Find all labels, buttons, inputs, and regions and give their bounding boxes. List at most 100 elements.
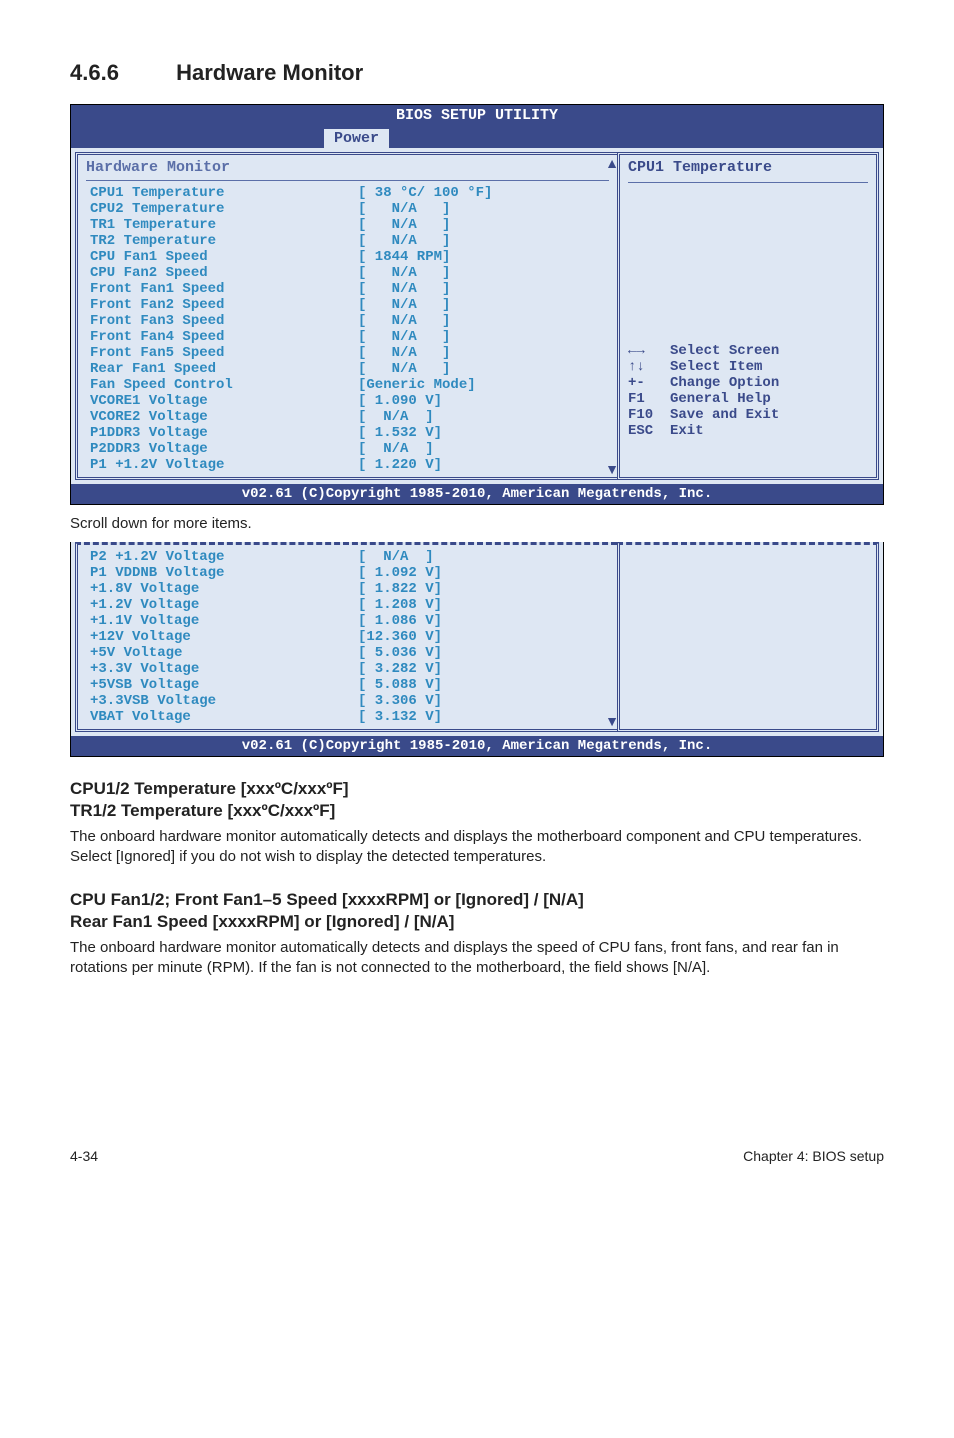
row-label: Fan Speed Control: [86, 377, 354, 393]
row-value: [ N/A ]: [354, 201, 609, 217]
section-number: 4.6.6: [70, 60, 170, 86]
row-label: P2DDR3 Voltage: [86, 441, 354, 457]
row-value: [ N/A ]: [354, 329, 609, 345]
row-value: [ 3.132 V]: [354, 709, 609, 725]
para-2: The onboard hardware monitor automatical…: [70, 938, 884, 979]
row-value: [ 1.532 V]: [354, 425, 609, 441]
row-value: [ 3.282 V]: [354, 661, 609, 677]
table-row[interactable]: VBAT Voltage[ 3.132 V]: [86, 709, 609, 725]
bios-footer-2: v02.61 (C)Copyright 1985-2010, American …: [71, 736, 883, 756]
row-label: +3.3VSB Voltage: [86, 693, 354, 709]
table-row[interactable]: P2DDR3 Voltage[ N/A ]: [86, 441, 609, 457]
table-row[interactable]: +5V Voltage[ 5.036 V]: [86, 645, 609, 661]
row-value: [ N/A ]: [354, 361, 609, 377]
section-heading: 4.6.6 Hardware Monitor: [70, 60, 884, 86]
table-row[interactable]: TR1 Temperature[ N/A ]: [86, 217, 609, 233]
row-value: [ N/A ]: [354, 297, 609, 313]
table-row[interactable]: Rear Fan1 Speed[ N/A ]: [86, 361, 609, 377]
table-row[interactable]: P2 +1.2V Voltage[ N/A ]: [86, 549, 609, 565]
scroll-caption: Scroll down for more items.: [70, 515, 884, 532]
table-row[interactable]: TR2 Temperature[ N/A ]: [86, 233, 609, 249]
table-row[interactable]: +1.2V Voltage[ 1.208 V]: [86, 597, 609, 613]
row-label: P2 +1.2V Voltage: [86, 549, 354, 565]
table-row[interactable]: P1 VDDNB Voltage[ 1.092 V]: [86, 565, 609, 581]
row-value: [ 1844 RPM]: [354, 249, 609, 265]
row-value: [ N/A ]: [354, 345, 609, 361]
row-label: VBAT Voltage: [86, 709, 354, 725]
panel-title: Hardware Monitor: [86, 159, 609, 178]
table-row[interactable]: VCORE1 Voltage[ 1.090 V]: [86, 393, 609, 409]
row-value: [ 1.208 V]: [354, 597, 609, 613]
table-row[interactable]: P1DDR3 Voltage[ 1.532 V]: [86, 425, 609, 441]
bios-right-panel-2: [617, 542, 879, 732]
row-value: [12.360 V]: [354, 629, 609, 645]
row-value: [ 5.088 V]: [354, 677, 609, 693]
row-value: [ 3.306 V]: [354, 693, 609, 709]
row-label: +1.8V Voltage: [86, 581, 354, 597]
row-label: Front Fan1 Speed: [86, 281, 354, 297]
subhead-2a: CPU Fan1/2; Front Fan1–5 Speed [xxxxRPM]…: [70, 890, 884, 910]
table-row[interactable]: +1.1V Voltage[ 1.086 V]: [86, 613, 609, 629]
help-row: F10 Save and Exit: [628, 407, 868, 423]
table-row[interactable]: P1 +1.2V Voltage[ 1.220 V]: [86, 457, 609, 473]
table-row[interactable]: +1.8V Voltage[ 1.822 V]: [86, 581, 609, 597]
row-label: +12V Voltage: [86, 629, 354, 645]
bios-left-panel: ▲ Hardware Monitor CPU1 Temperature[ 38 …: [75, 152, 617, 480]
tab-power[interactable]: Power: [323, 128, 390, 148]
row-label: TR1 Temperature: [86, 217, 354, 233]
row-label: +5V Voltage: [86, 645, 354, 661]
table-row[interactable]: CPU1 Temperature[ 38 °C/ 100 °F]: [86, 185, 609, 201]
help-title: CPU1 Temperature: [628, 159, 868, 178]
table-row[interactable]: +5VSB Voltage[ 5.088 V]: [86, 677, 609, 693]
row-value: [ 1.092 V]: [354, 565, 609, 581]
bios-right-panel: CPU1 Temperature ←→ Select Screen↑↓ Sele…: [617, 152, 879, 480]
help-row: +- Change Option: [628, 375, 868, 391]
row-label: P1DDR3 Voltage: [86, 425, 354, 441]
table-row[interactable]: Front Fan2 Speed[ N/A ]: [86, 297, 609, 313]
row-value: [ 1.822 V]: [354, 581, 609, 597]
section-title: Hardware Monitor: [176, 60, 363, 85]
row-label: +3.3V Voltage: [86, 661, 354, 677]
row-label: Front Fan3 Speed: [86, 313, 354, 329]
para-1: The onboard hardware monitor automatical…: [70, 827, 884, 868]
table-row[interactable]: +12V Voltage[12.360 V]: [86, 629, 609, 645]
row-label: Front Fan4 Speed: [86, 329, 354, 345]
table-row[interactable]: CPU2 Temperature[ N/A ]: [86, 201, 609, 217]
table-row[interactable]: +3.3VSB Voltage[ 3.306 V]: [86, 693, 609, 709]
table-row[interactable]: Front Fan4 Speed[ N/A ]: [86, 329, 609, 345]
row-label: Front Fan2 Speed: [86, 297, 354, 313]
row-label: CPU1 Temperature: [86, 185, 354, 201]
row-label: Front Fan5 Speed: [86, 345, 354, 361]
row-label: P1 +1.2V Voltage: [86, 457, 354, 473]
row-label: CPU2 Temperature: [86, 201, 354, 217]
subhead-1a: CPU1/2 Temperature [xxxºC/xxxºF]: [70, 779, 884, 799]
table-row[interactable]: CPU Fan2 Speed[ N/A ]: [86, 265, 609, 281]
table-row[interactable]: Front Fan3 Speed[ N/A ]: [86, 313, 609, 329]
subhead-1b: TR1/2 Temperature [xxxºC/xxxºF]: [70, 801, 884, 821]
help-row: ↑↓ Select Item: [628, 359, 868, 375]
table-row[interactable]: CPU Fan1 Speed[ 1844 RPM]: [86, 249, 609, 265]
footer-right: Chapter 4: BIOS setup: [743, 1148, 884, 1164]
row-label: +5VSB Voltage: [86, 677, 354, 693]
bios-table-2: P2 +1.2V Voltage[ N/A ]P1 VDDNB Voltage[…: [86, 549, 609, 725]
row-value: [ N/A ]: [354, 409, 609, 425]
help-row: ESC Exit: [628, 423, 868, 439]
page-footer: 4-34 Chapter 4: BIOS setup: [0, 1028, 954, 1194]
row-value: [ 5.036 V]: [354, 645, 609, 661]
bios-footer-1: v02.61 (C)Copyright 1985-2010, American …: [71, 484, 883, 504]
help-row: F1 General Help: [628, 391, 868, 407]
row-value: [ 1.090 V]: [354, 393, 609, 409]
bios-left-panel-2: P2 +1.2V Voltage[ N/A ]P1 VDDNB Voltage[…: [75, 542, 617, 732]
table-row[interactable]: VCORE2 Voltage[ N/A ]: [86, 409, 609, 425]
row-value: [ N/A ]: [354, 549, 609, 565]
table-row[interactable]: Fan Speed Control[Generic Mode]: [86, 377, 609, 393]
row-value: [ N/A ]: [354, 217, 609, 233]
row-label: +1.2V Voltage: [86, 597, 354, 613]
row-value: [ N/A ]: [354, 265, 609, 281]
row-value: [ N/A ]: [354, 313, 609, 329]
table-row[interactable]: +3.3V Voltage[ 3.282 V]: [86, 661, 609, 677]
help-keys: ←→ Select Screen↑↓ Select Item+- Change …: [628, 343, 868, 439]
table-row[interactable]: Front Fan1 Speed[ N/A ]: [86, 281, 609, 297]
bios-screen-2: P2 +1.2V Voltage[ N/A ]P1 VDDNB Voltage[…: [70, 542, 884, 757]
table-row[interactable]: Front Fan5 Speed[ N/A ]: [86, 345, 609, 361]
